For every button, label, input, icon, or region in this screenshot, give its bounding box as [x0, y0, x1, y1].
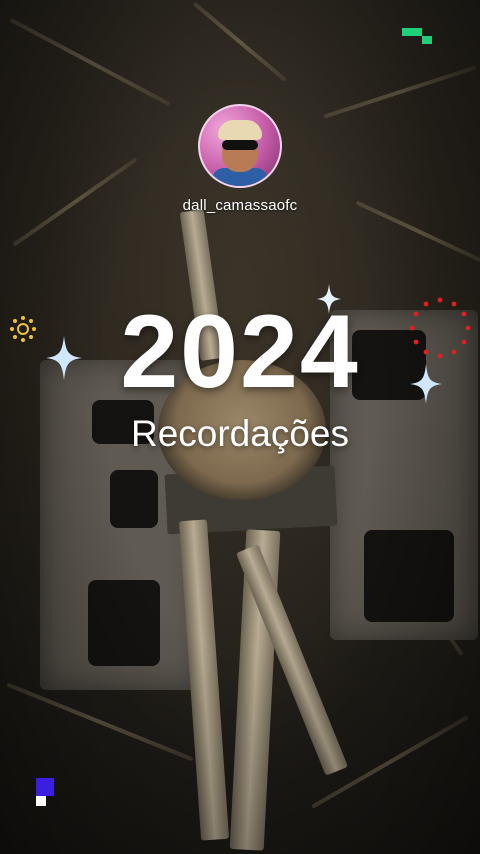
- sparkle-icon: [410, 364, 442, 404]
- profile-photo: [200, 106, 280, 186]
- username[interactable]: dall_camassaofc: [0, 197, 480, 214]
- story-screen[interactable]: dall_camassaofc 2024 Recordações: [0, 0, 480, 854]
- blue-pixels-decoration: [36, 778, 54, 806]
- sparkle-icon: [46, 336, 82, 380]
- sparkle-icon: [316, 284, 342, 314]
- sun-icon: [10, 316, 36, 342]
- story-subtitle: Recordações: [130, 413, 349, 454]
- green-pixels-decoration: [402, 28, 432, 44]
- avatar[interactable]: [198, 104, 282, 188]
- red-dots-decoration: [410, 297, 471, 359]
